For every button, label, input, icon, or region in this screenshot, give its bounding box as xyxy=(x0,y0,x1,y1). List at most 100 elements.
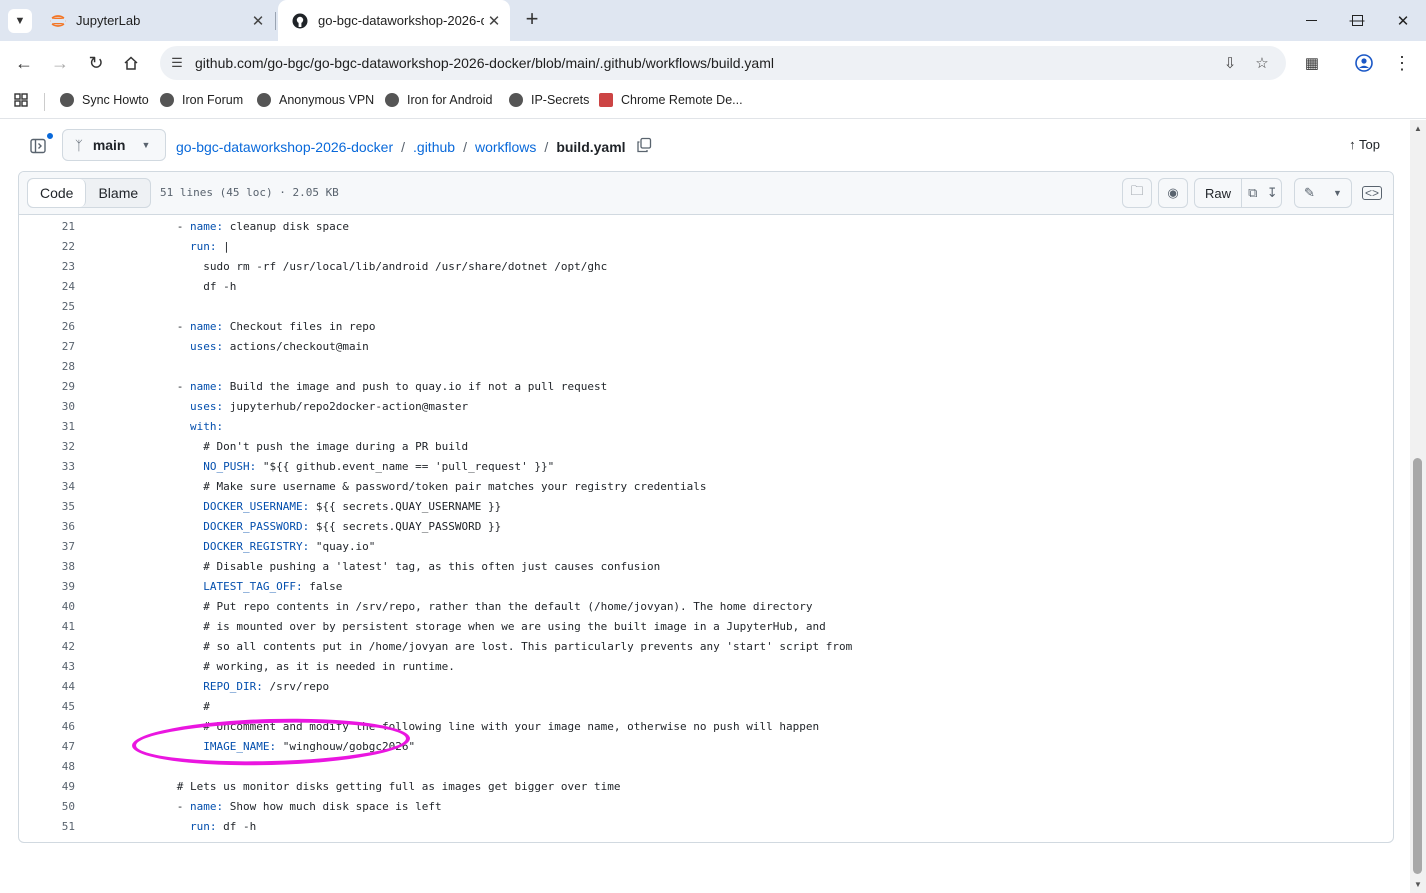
home-button[interactable] xyxy=(117,49,145,77)
install-app-icon[interactable]: ⇩ xyxy=(1220,53,1240,73)
close-window-button[interactable]: ✕ xyxy=(1380,0,1426,41)
breadcrumb-separator: / xyxy=(401,138,406,155)
download-icon[interactable]: ↧ xyxy=(1264,185,1282,201)
raw-button[interactable]: Raw xyxy=(1195,179,1243,207)
line-number[interactable]: 50 xyxy=(19,800,75,813)
symbols-button[interactable]: 🗀 xyxy=(1122,178,1152,208)
code-line: 42 # so all contents put in /home/jovyan… xyxy=(19,636,1393,656)
line-number[interactable]: 51 xyxy=(19,820,75,833)
code-line: 22 run: | xyxy=(19,236,1393,256)
line-number[interactable]: 23 xyxy=(19,260,75,273)
breadcrumb-github-link[interactable]: .github xyxy=(413,139,455,155)
line-number[interactable]: 37 xyxy=(19,540,75,553)
line-number[interactable]: 46 xyxy=(19,720,75,733)
scroll-up-icon[interactable]: ▲ xyxy=(1414,124,1422,133)
code-line: 32 # Don't push the image during a PR bu… xyxy=(19,436,1393,456)
back-button[interactable]: ← xyxy=(10,49,38,77)
pencil-icon[interactable]: ✎ xyxy=(1304,185,1315,201)
line-number[interactable]: 36 xyxy=(19,520,75,533)
line-number[interactable]: 39 xyxy=(19,580,75,593)
puzzle-icon: ▦ xyxy=(1304,55,1320,72)
line-number[interactable]: 38 xyxy=(19,560,75,573)
yaml-value: df -h xyxy=(216,819,257,833)
line-number[interactable]: 26 xyxy=(19,320,75,333)
close-icon[interactable]: ✕ xyxy=(248,12,268,30)
line-number[interactable]: 42 xyxy=(19,640,75,653)
minimize-window-button[interactable] xyxy=(1288,0,1334,41)
line-number[interactable]: 48 xyxy=(19,760,75,773)
triangle-down-icon[interactable]: ▼ xyxy=(1333,188,1342,198)
line-number[interactable]: 47 xyxy=(19,740,75,753)
tab-code[interactable]: Code xyxy=(28,179,87,207)
line-number[interactable]: 31 xyxy=(19,420,75,433)
bookmark-star-icon[interactable]: ☆ xyxy=(1252,53,1272,73)
reload-button[interactable]: ↻ xyxy=(82,49,110,77)
line-number[interactable]: 35 xyxy=(19,500,75,513)
yaml-key: name: xyxy=(190,219,224,233)
profile-button[interactable] xyxy=(1350,49,1378,77)
yaml-key: name: xyxy=(190,379,224,393)
scroll-down-icon[interactable]: ▼ xyxy=(1414,880,1422,889)
copilot-button[interactable]: ◉ xyxy=(1158,178,1188,208)
line-number[interactable]: 45 xyxy=(19,700,75,713)
line-number[interactable]: 41 xyxy=(19,620,75,633)
site-info-icon[interactable]: ☰ xyxy=(168,54,186,72)
extensions-button[interactable]: ▦ xyxy=(1298,49,1326,77)
page-scrollbar[interactable]: ▲ ▼ xyxy=(1410,120,1426,893)
symbols-panel-button[interactable]: <> xyxy=(1357,178,1387,208)
breadcrumb-workflows-link[interactable]: workflows xyxy=(475,139,536,155)
line-number[interactable]: 29 xyxy=(19,380,75,393)
address-bar[interactable]: ☰ github.com/go-bgc/go-bgc-dataworkshop-… xyxy=(160,46,1286,80)
forward-button[interactable]: → xyxy=(46,49,74,77)
bookmark-item[interactable]: Anonymous VPN xyxy=(257,93,374,107)
bookmark-item[interactable]: IP-Secrets xyxy=(509,93,589,107)
line-number[interactable]: 28 xyxy=(19,360,75,373)
line-number[interactable]: 21 xyxy=(19,220,75,233)
line-number[interactable]: 44 xyxy=(19,680,75,693)
list-dash: - xyxy=(176,219,190,233)
line-number[interactable]: 32 xyxy=(19,440,75,453)
line-number[interactable]: 22 xyxy=(19,240,75,253)
yaml-key: run: xyxy=(189,239,217,253)
bookmark-item[interactable]: Chrome Remote De... xyxy=(599,93,743,107)
globe-icon xyxy=(509,93,523,107)
line-number[interactable]: 49 xyxy=(19,780,75,793)
bookmark-divider xyxy=(44,93,45,111)
tab-jupyterlab[interactable]: JupyterLab ✕ xyxy=(36,0,274,41)
code-line: 35 DOCKER_USERNAME: ${{ secrets.QUAY_USE… xyxy=(19,496,1393,516)
line-number[interactable]: 33 xyxy=(19,460,75,473)
bookmark-item[interactable]: Iron for Android xyxy=(385,93,492,107)
line-content: DOCKER_PASSWORD: ${{ secrets.QUAY_PASSWO… xyxy=(75,520,501,533)
line-number[interactable]: 30 xyxy=(19,400,75,413)
bookmark-label: Iron for Android xyxy=(407,93,493,107)
line-number[interactable]: 25 xyxy=(19,300,75,313)
line-number[interactable]: 34 xyxy=(19,480,75,493)
line-number[interactable]: 24 xyxy=(19,280,75,293)
copy-raw-icon[interactable]: ⧉ xyxy=(1242,185,1263,201)
code-square-icon: <> xyxy=(1361,186,1382,200)
scrollbar-thumb[interactable] xyxy=(1413,458,1422,874)
copy-path-icon[interactable] xyxy=(636,137,652,156)
maximize-button[interactable] xyxy=(1334,0,1380,41)
branch-selector-button[interactable]: ᛉ main ▼ xyxy=(62,129,166,161)
line-number[interactable]: 40 xyxy=(19,600,75,613)
url-text[interactable]: github.com/go-bgc/go-bgc-dataworkshop-20… xyxy=(195,55,774,71)
chrome-menu-button[interactable]: ⋮ xyxy=(1388,49,1416,77)
file-tree-toggle-button[interactable] xyxy=(30,132,54,157)
bookmark-item[interactable]: Sync Howto xyxy=(60,93,149,107)
line-number[interactable]: 27 xyxy=(19,340,75,353)
new-tab-button[interactable]: + xyxy=(520,8,544,32)
top-button[interactable]: ↑ Top xyxy=(1349,137,1380,152)
bookmark-item[interactable]: Iron Forum xyxy=(160,93,243,107)
tab-github-build-yaml[interactable]: go-bgc-dataworkshop-2026-docker ✕ xyxy=(278,0,510,41)
tab-blame[interactable]: Blame xyxy=(86,179,150,207)
tab-search-button[interactable]: ▼ xyxy=(8,9,32,33)
breadcrumb-repo-link[interactable]: go-bgc-dataworkshop-2026-docker xyxy=(176,139,393,155)
apps-grid-icon[interactable] xyxy=(14,93,28,107)
close-icon[interactable]: ✕ xyxy=(484,12,504,30)
line-content: # Disable pushing a 'latest' tag, as thi… xyxy=(75,560,660,573)
line-number[interactable]: 43 xyxy=(19,660,75,673)
